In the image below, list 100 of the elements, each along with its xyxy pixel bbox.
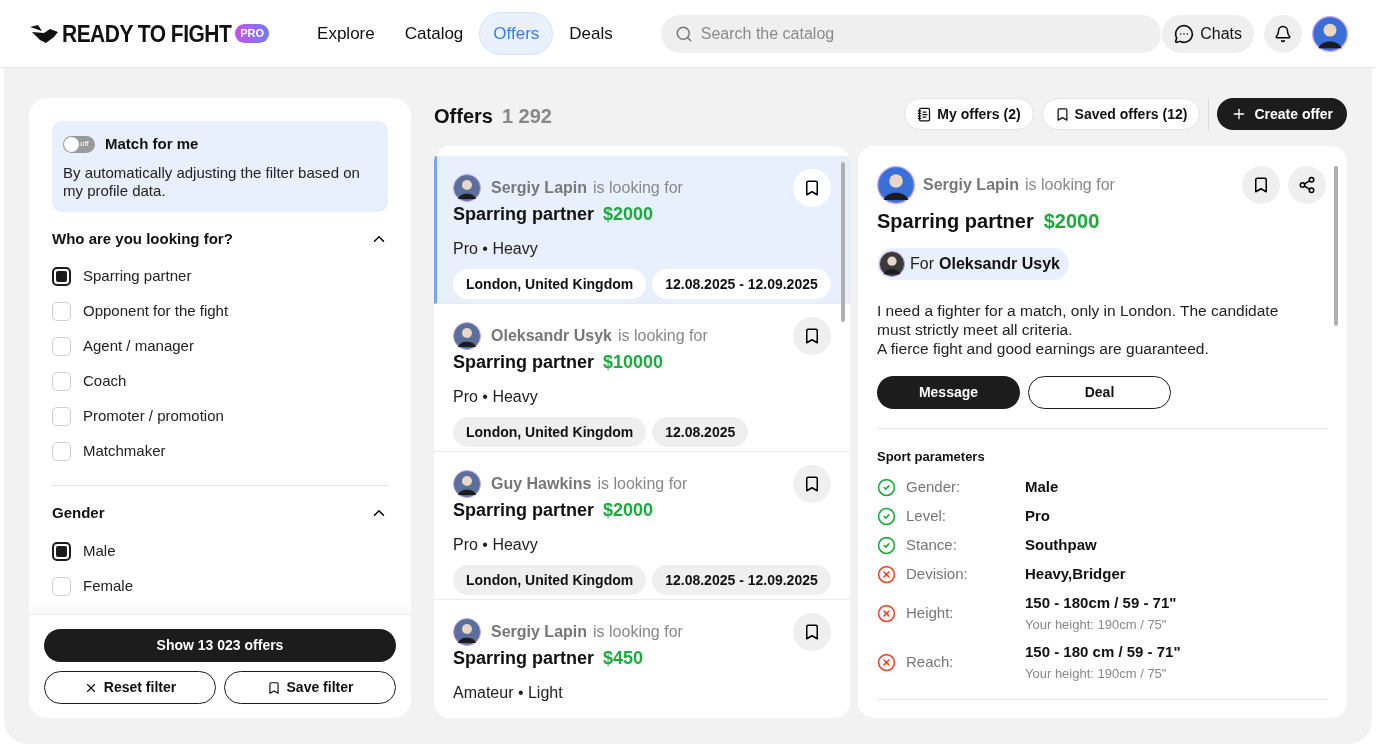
offer-meta: Pro • Heavy xyxy=(453,387,538,407)
option-label: Agent / manager xyxy=(83,336,194,357)
bookmark-icon xyxy=(803,179,821,197)
author-name: Sergiy Lapin xyxy=(923,175,1020,195)
offers-count: 1 292 xyxy=(501,104,552,129)
search-input[interactable]: Search the catalog xyxy=(700,21,1147,46)
option-label: Sparring partner xyxy=(83,266,192,287)
offer-meta: Pro • Heavy xyxy=(453,535,538,555)
param-note: Your height: 190cm / 75" xyxy=(1025,664,1168,683)
chat-bubble-icon xyxy=(1174,23,1195,44)
my-offers-button[interactable]: My offers (2) xyxy=(904,98,1034,130)
section-title: Who are you looking for? xyxy=(52,228,233,249)
offer-role: Sparring partner xyxy=(453,203,595,226)
offer-tag: 12.08.2025 - 12.09.2025 xyxy=(652,269,831,299)
author-name: Guy Hawkins xyxy=(491,474,592,494)
option-label: Opponent for the fight xyxy=(83,301,229,322)
option-label: Promoter / promotion xyxy=(83,406,224,427)
search-icon xyxy=(674,24,693,43)
for-name: Oleksandr Usyk xyxy=(939,254,1060,274)
match-description: By automatically adjusting the filter based on my profile data. xyxy=(63,163,361,200)
bookmark-icon xyxy=(266,680,281,695)
bookmark-button[interactable] xyxy=(793,613,831,651)
bookmark-button[interactable] xyxy=(1242,166,1280,204)
nav-tab[interactable]: Catalog xyxy=(390,11,478,56)
bookmark-button[interactable] xyxy=(793,465,831,503)
offer-price: $2000 xyxy=(603,499,654,522)
offer-meta: Pro • Heavy xyxy=(453,239,538,259)
share-button[interactable] xyxy=(1288,166,1326,204)
nav-tab[interactable]: Explore xyxy=(303,11,389,56)
author-name: Sergiy Lapin xyxy=(491,622,588,642)
offer-description: A fierce fight and good earnings are guaranteed. xyxy=(877,339,1210,358)
param-label: Height: xyxy=(906,602,955,623)
param-label: Reach: xyxy=(906,651,955,672)
option-label: Matchmaker xyxy=(83,441,166,462)
offer-description: I need a fighter for a match, only in London. The candidate must strictly meet all criteria. xyxy=(877,301,1280,339)
bell-icon xyxy=(1274,24,1292,43)
offer-tag: London, United Kingdom xyxy=(453,269,647,299)
checkbox[interactable] xyxy=(52,541,71,561)
offer-tag: London, United Kingdom xyxy=(453,565,647,595)
param-note: Your height: 190cm / 75" xyxy=(1025,615,1168,634)
option-label: Coach xyxy=(83,371,127,392)
offer-price: $450 xyxy=(603,647,644,670)
nav-tab[interactable]: Deals xyxy=(555,11,627,56)
looking-for-text: is looking for xyxy=(593,622,683,642)
avatar xyxy=(877,166,915,204)
offer-role: Sparring partner xyxy=(453,647,595,670)
offer-price: $2000 xyxy=(603,203,654,226)
looking-for-text: is looking for xyxy=(617,326,708,346)
param-value: Pro xyxy=(1025,505,1050,526)
create-offer-button[interactable]: Create offer xyxy=(1217,98,1347,130)
for-label: For xyxy=(910,254,934,274)
bookmark-icon xyxy=(1054,106,1070,122)
offers-title: Offers xyxy=(434,104,493,129)
bookmark-icon xyxy=(803,623,821,641)
option-label: Male xyxy=(83,540,116,561)
show-offers-button[interactable]: Show 13 023 offers xyxy=(44,629,396,662)
scrollbar[interactable] xyxy=(841,162,845,322)
offer-item[interactable]: Sergiy Lapin is looking for Sparring partner $2000 Pro • Heavy London, United Kingdom 12.08.2025 - 12.09.2025 xyxy=(434,156,850,304)
offer-role: Sparring partner xyxy=(453,351,595,374)
offer-role: Sparring partner xyxy=(877,209,1034,234)
param-value: 150 - 180cm / 59 - 71" xyxy=(1025,593,1177,613)
param-value: Male xyxy=(1025,476,1059,497)
message-button[interactable]: Message xyxy=(877,376,1020,409)
avatar xyxy=(453,470,481,498)
bookmark-icon xyxy=(1252,176,1270,194)
pro-badge: PRO xyxy=(235,24,270,43)
logo-text: READY TO FIGHT xyxy=(62,19,232,48)
author-name: Oleksandr Usyk xyxy=(491,326,612,346)
author-name: Sergiy Lapin xyxy=(491,178,588,198)
avatar xyxy=(453,322,481,350)
param-label: Level: xyxy=(906,505,948,526)
looking-for-text: is looking for xyxy=(1025,175,1115,195)
match-title: Match for me xyxy=(105,134,199,154)
offer-tag: 12.08.2025 - 12.09.2025 xyxy=(652,565,831,595)
avatar xyxy=(453,174,481,202)
toggle-label: off xyxy=(80,140,89,149)
param-value: Heavy,Bridger xyxy=(1025,563,1126,584)
saved-offers-button[interactable]: Saved offers (12) xyxy=(1041,98,1201,130)
notifications-button[interactable] xyxy=(1264,14,1302,53)
option-label: Female xyxy=(83,575,134,596)
user-avatar xyxy=(1312,15,1348,52)
offer-price: $2000 xyxy=(1043,209,1100,234)
offer-meta: Amateur • Light xyxy=(453,683,563,703)
chats-button[interactable]: Chats xyxy=(1162,14,1254,53)
bookmark-button[interactable] xyxy=(793,169,831,207)
notepad-icon xyxy=(917,106,933,122)
avatar xyxy=(879,251,905,277)
offer-price: $10000 xyxy=(603,351,664,374)
bookmark-button[interactable] xyxy=(793,317,831,355)
bookmark-icon xyxy=(803,475,821,493)
section-title: Gender xyxy=(52,503,105,523)
offer-tag: London, United Kingdom xyxy=(453,417,647,447)
search-bar[interactable]: Search the catalog xyxy=(660,14,1161,53)
share-icon xyxy=(1298,176,1316,194)
param-label: Devision: xyxy=(906,563,969,584)
checkbox[interactable] xyxy=(52,267,71,286)
bookmark-icon xyxy=(803,327,821,345)
offer-tag: 12.08.2025 xyxy=(652,417,749,447)
param-label: Gender: xyxy=(906,476,962,497)
scrollbar[interactable] xyxy=(1334,166,1338,326)
